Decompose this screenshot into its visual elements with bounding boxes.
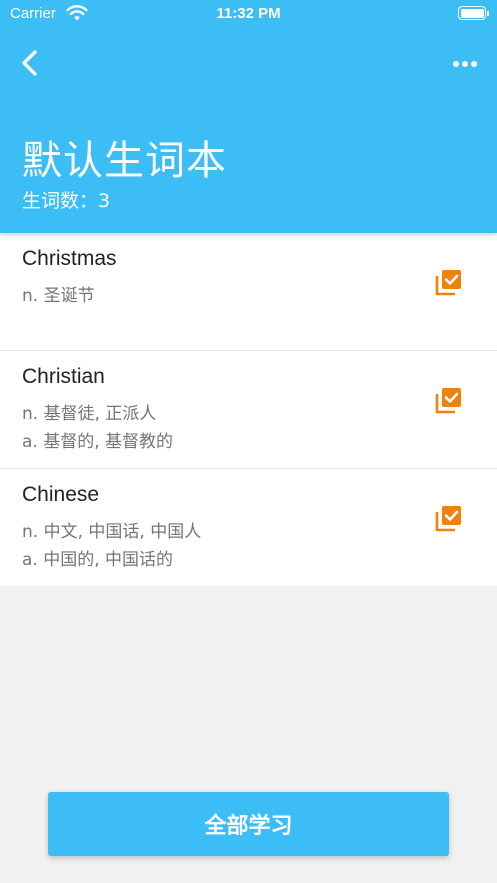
battery-cap [487, 11, 489, 16]
word-definition: a. 基督的, 基督教的 [22, 432, 174, 452]
word-count-value: 3 [98, 190, 111, 212]
word-title: Christmas [22, 247, 117, 270]
word-count-label: 生词数： [22, 190, 99, 212]
word-title: Christian [22, 365, 105, 388]
status-bar: Carrier 11:32 PM [0, 0, 497, 28]
battery-icon [458, 6, 486, 20]
checked-box-icon[interactable] [434, 503, 464, 533]
list-item[interactable]: Chinese n. 中文, 中国话, 中国人 a. 中国的, 中国话的 [0, 469, 497, 586]
word-definition: a. 中国的, 中国话的 [22, 550, 174, 570]
back-button[interactable] [14, 46, 48, 82]
word-title: Chinese [22, 483, 100, 506]
word-count: 生词数：3 [22, 186, 110, 213]
checked-box-icon[interactable] [434, 385, 464, 415]
word-list: Christmas n. 圣诞节 Christian n. 基督徒, 正派人 a… [0, 233, 497, 586]
checked-box-icon[interactable] [434, 267, 464, 297]
chevron-left-icon [22, 50, 37, 76]
page-title: 默认生词本 [22, 138, 227, 184]
list-item[interactable]: Christmas n. 圣诞节 [0, 233, 497, 351]
word-definition: n. 圣诞节 [22, 286, 95, 306]
status-time: 11:32 PM [216, 5, 281, 22]
app-header: Carrier 11:32 PM 默认生词本 生词数：3 [0, 0, 497, 233]
list-item[interactable]: Christian n. 基督徒, 正派人 a. 基督的, 基督教的 [0, 351, 497, 469]
word-definition: n. 中文, 中国话, 中国人 [22, 522, 202, 542]
more-button[interactable] [448, 52, 482, 76]
more-horizontal-icon [453, 61, 477, 67]
word-definition: n. 基督徒, 正派人 [22, 404, 157, 424]
study-all-button[interactable]: 全部学习 [48, 792, 449, 856]
